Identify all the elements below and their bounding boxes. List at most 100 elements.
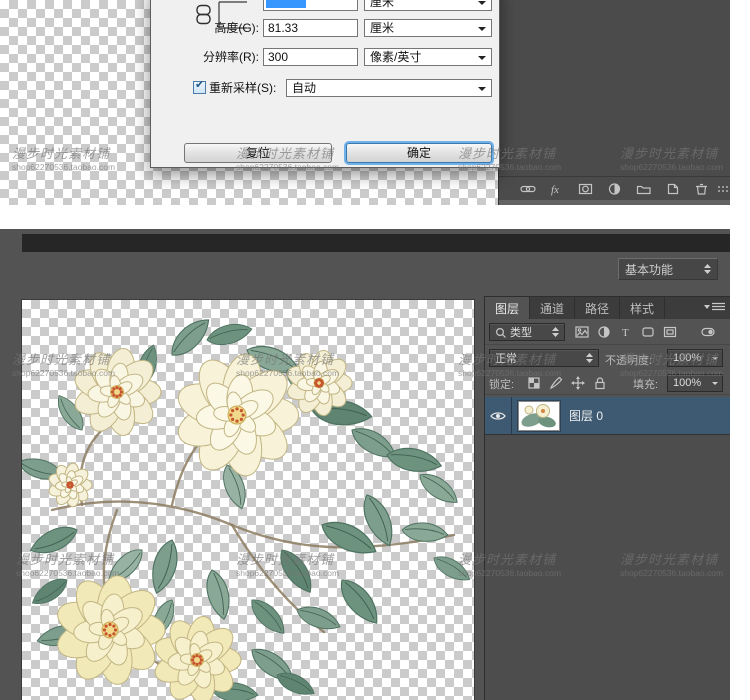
filter-shape-layers-button[interactable] (639, 323, 657, 340)
resolution-input[interactable]: 300 (263, 48, 358, 66)
check-icon: ✔ (195, 79, 204, 92)
updown-arrows-icon (552, 327, 559, 337)
blend-mode-row: 正常 不透明度: 100% (485, 345, 730, 371)
resolution-label: 分辨率(R): (151, 48, 259, 66)
menu-lines-icon (712, 302, 726, 312)
reset-button[interactable]: 复位 (184, 143, 332, 163)
selected-text-highlight (266, 0, 306, 8)
filter-kind-value: 类型 (510, 324, 532, 340)
fill-input[interactable]: 100% (667, 374, 723, 392)
link-layers-button[interactable] (519, 181, 537, 197)
layers-panel: 图层 通道 路径 样式 类型 (485, 297, 730, 700)
adjustment-icon (607, 182, 623, 196)
opacity-label: 不透明度: (605, 352, 652, 368)
resample-value: 自动 (292, 81, 316, 95)
lock-row: 锁定: 填充: 100% (485, 371, 730, 395)
height-unit-select[interactable]: 厘米 (364, 19, 492, 37)
lock-position-button[interactable] (569, 374, 587, 391)
layers-panel-bottom-bar: fx (499, 176, 730, 200)
trash-icon (694, 182, 710, 196)
resample-select[interactable]: 自动 (286, 79, 492, 97)
layer-thumbnail[interactable] (519, 402, 559, 430)
shape-icon (641, 325, 655, 339)
new-layer-button[interactable] (664, 181, 682, 197)
eye-icon (490, 410, 506, 422)
width-unit-value: 厘米 (370, 0, 394, 9)
lock-transparency-button[interactable] (525, 374, 543, 391)
workspace-switcher[interactable]: 基本功能 (618, 258, 718, 280)
width-input[interactable] (263, 0, 358, 11)
ok-button[interactable]: 确定 (346, 143, 492, 163)
layer-filter-row: 类型 T (485, 319, 730, 345)
fill-label: 填充: (633, 376, 658, 392)
opacity-value: 100% (673, 352, 701, 364)
tab-channels[interactable]: 通道 (530, 297, 575, 319)
document-canvas[interactable] (22, 300, 474, 700)
height-unit-value: 厘米 (370, 21, 394, 35)
layer-visibility-toggle[interactable] (485, 397, 512, 434)
svg-text:T: T (622, 327, 629, 339)
filter-type-layers-button[interactable]: T (617, 323, 635, 340)
chevron-down-icon (704, 304, 710, 310)
filter-adjustment-layers-button[interactable] (595, 323, 613, 340)
resolution-unit-value: 像素/英寸 (370, 50, 421, 64)
resolution-unit-select[interactable]: 像素/英寸 (364, 48, 492, 66)
lock-all-button[interactable] (591, 374, 609, 391)
peony-artwork (22, 300, 474, 700)
type-icon: T (619, 325, 633, 339)
padlock-icon (593, 376, 607, 390)
svg-text:fx: fx (551, 184, 559, 196)
layer-style-button[interactable]: fx (548, 181, 566, 197)
tab-styles[interactable]: 样式 (620, 297, 665, 319)
layers-panel-fragment: fx (498, 0, 730, 205)
layer-row[interactable]: 图层 0 (485, 397, 730, 434)
layer-name: 图层 0 (569, 407, 603, 424)
lock-image-button[interactable] (547, 374, 565, 391)
image-icon (575, 325, 589, 339)
adjustment-icon (597, 325, 611, 339)
toggle-switch-icon (701, 325, 715, 339)
layers-list-empty-area (485, 434, 730, 700)
layer-mask-icon (578, 182, 594, 196)
blend-mode-value: 正常 (495, 350, 517, 366)
updown-arrows-icon (586, 353, 593, 363)
new-layer-icon (665, 182, 681, 196)
move-arrows-icon (571, 376, 585, 390)
height-value: 81.33 (268, 21, 298, 35)
resample-checkbox[interactable]: ✔ (193, 81, 206, 94)
opacity-input[interactable]: 100% (667, 349, 723, 367)
link-icon (520, 182, 536, 196)
tab-layers[interactable]: 图层 (485, 297, 530, 319)
lock-label: 锁定: (489, 376, 514, 392)
new-group-button[interactable] (635, 181, 653, 197)
resolution-value: 300 (268, 50, 288, 64)
panel-menu-button[interactable] (704, 302, 726, 312)
filter-smart-objects-button[interactable] (661, 323, 679, 340)
filter-kind-select[interactable]: 类型 (489, 323, 565, 341)
fx-icon: fx (549, 182, 565, 196)
thumbnail-art (519, 402, 559, 430)
add-layer-mask-button[interactable] (577, 181, 595, 197)
folder-icon (636, 182, 652, 196)
application-bar (22, 234, 730, 252)
image-size-dialog: 厘米 高度(G): 81.33 厘米 分辨率(R): 300 像素/英 (150, 0, 500, 168)
tab-paths[interactable]: 路径 (575, 297, 620, 319)
panel-tabs-bar: 图层 通道 路径 样式 (485, 297, 730, 319)
bottom-crop: 基本功能 图层 通道 路径 样式 类型 (0, 229, 730, 700)
delete-layer-button[interactable] (693, 181, 711, 197)
blend-mode-select[interactable]: 正常 (489, 349, 599, 367)
width-unit-select[interactable]: 厘米 (364, 0, 492, 11)
top-crop: fx (0, 0, 730, 205)
fill-value: 100% (673, 377, 701, 389)
checkerboard-icon (527, 376, 541, 390)
brush-icon (549, 376, 563, 390)
resample-label: 重新采样(S): (209, 79, 276, 97)
height-input[interactable]: 81.33 (263, 19, 358, 37)
updown-arrows-icon (704, 264, 711, 274)
filter-pixel-layers-button[interactable] (573, 323, 591, 340)
filter-toggle-button[interactable] (699, 323, 717, 340)
workspace-switcher-label: 基本功能 (625, 261, 673, 278)
new-adjustment-layer-button[interactable] (606, 181, 624, 197)
height-label: 高度(G): (151, 19, 259, 37)
panel-resize-grip[interactable] (718, 186, 720, 188)
